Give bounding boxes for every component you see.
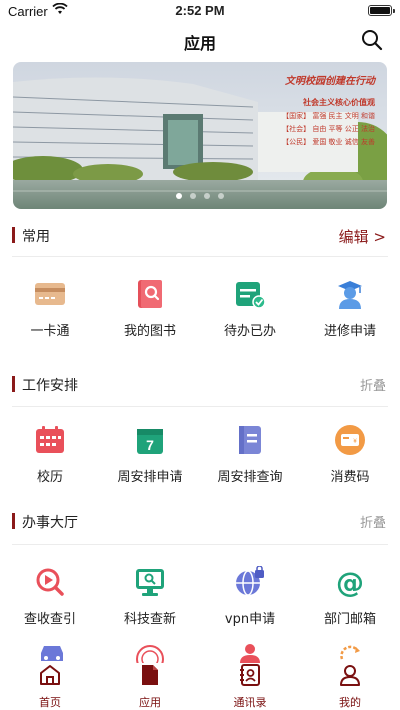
app-weekly-schedule-apply[interactable]: 7 周安排申请	[100, 414, 200, 504]
app-label: 待办已办	[223, 324, 276, 339]
battery-icon	[368, 5, 395, 16]
app-label: 周安排申请	[117, 470, 183, 485]
section-header-common: 常用 编辑 >	[0, 220, 400, 250]
grid-work: 校历 7 周安排申请 周安排查询 ¥ 消费码	[0, 414, 400, 504]
app-department-mailbox[interactable]: @ 部门邮箱	[300, 556, 400, 646]
section-accent-bar	[12, 376, 15, 392]
page-title: 应用	[183, 34, 216, 53]
search-play-icon	[36, 568, 64, 596]
payment-card-icon: ¥	[335, 425, 365, 455]
app-my-books[interactable]: 我的图书	[100, 268, 200, 358]
task-check-icon	[236, 282, 266, 309]
app-label: 科技查新	[123, 612, 176, 627]
app-further-study[interactable]: 进修申请	[300, 268, 400, 358]
at-sign-icon: @	[336, 566, 364, 598]
tab-contacts[interactable]: 通讯录	[200, 641, 300, 710]
collapse-button[interactable]: 折叠	[360, 375, 386, 394]
home-icon	[40, 665, 60, 685]
section-header-affairs: 办事大厅 折叠	[0, 506, 400, 536]
svg-text:7: 7	[146, 437, 154, 453]
calendar-day-icon: 7	[137, 429, 163, 454]
monitor-search-icon	[136, 569, 164, 596]
section-title: 办事大厅	[22, 515, 78, 531]
app-todo-done[interactable]: 待办已办	[200, 268, 300, 358]
tab-label: 通讯录	[233, 696, 267, 709]
app-weekly-schedule-query[interactable]: 周安排查询	[200, 414, 300, 504]
app-citation-search[interactable]: 查收查引	[0, 556, 100, 646]
search-icon[interactable]	[360, 28, 384, 52]
app-payment-code[interactable]: ¥ 消费码	[300, 414, 400, 504]
app-label: 一卡通	[30, 324, 70, 339]
tab-label: 应用	[139, 696, 161, 709]
app-label: vpn申请	[224, 612, 276, 627]
tab-bar: 首页 应用 通讯录 我的	[0, 641, 400, 710]
tab-mine[interactable]: 我的	[300, 641, 400, 710]
section-accent-bar	[12, 513, 15, 529]
app-label: 周安排查询	[217, 470, 283, 485]
app-novelty-search[interactable]: 科技查新	[100, 556, 200, 646]
section-title: 工作安排	[22, 378, 78, 394]
app-label: 进修申请	[323, 324, 376, 339]
user-icon	[340, 665, 360, 686]
app-label: 我的图书	[123, 324, 176, 339]
slogan-line: 【公民】 爱国 敬业 诚信 友善	[282, 138, 375, 146]
card-icon	[35, 283, 65, 305]
divider	[12, 406, 388, 407]
address-book-icon	[240, 664, 260, 686]
section-accent-bar	[12, 227, 15, 243]
slogan-line: 【社会】 自由 平等 公正 法治	[282, 125, 375, 133]
slogan-title: 文明校园创建在行动	[285, 76, 375, 87]
banner-page-indicator	[13, 184, 387, 203]
page-dot[interactable]	[218, 193, 224, 199]
nav-bar: 应用	[0, 22, 400, 60]
calendar-icon	[36, 426, 64, 453]
tab-label: 首页	[39, 696, 61, 709]
clock: 2:52 PM	[175, 3, 225, 18]
grid-affairs: 查收查引 科技查新 vpn申请 @ 部门邮箱	[0, 556, 400, 646]
document-icon	[142, 665, 158, 685]
app-campus-card[interactable]: 一卡通	[0, 268, 100, 358]
app-label: 消费码	[330, 470, 370, 485]
tab-label: 我的	[339, 696, 361, 709]
banner-slogan: 文明校园创建在行动 社会主义核心价值观 【国家】 富强 民主 文明 和谐 【社会…	[255, 72, 375, 147]
divider	[12, 544, 388, 545]
grid-common: 一卡通 我的图书 待办已办 进修申请	[0, 268, 400, 358]
divider	[12, 256, 388, 257]
app-label: 查收查引	[23, 612, 76, 627]
campus-banner[interactable]: 文明校园创建在行动 社会主义核心价值观 【国家】 富强 民主 文明 和谐 【社会…	[13, 62, 387, 209]
status-bar: Carrier 2:52 PM	[0, 0, 400, 22]
tab-apps[interactable]: 应用	[100, 641, 200, 710]
globe-lock-icon	[236, 566, 264, 596]
edit-button[interactable]: 编辑 >	[339, 226, 386, 247]
page-dot[interactable]	[204, 193, 210, 199]
slogan-subtitle: 社会主义核心价值观	[303, 98, 375, 107]
app-vpn-apply[interactable]: vpn申请	[200, 556, 300, 646]
collapse-button[interactable]: 折叠	[360, 512, 386, 531]
section-header-work: 工作安排 折叠	[0, 369, 400, 399]
app-school-calendar[interactable]: 校历	[0, 414, 100, 504]
notebook-icon	[239, 426, 261, 454]
app-label: 校历	[36, 470, 63, 485]
tab-home[interactable]: 首页	[0, 641, 100, 710]
page-dot[interactable]	[176, 193, 182, 199]
section-title: 常用	[22, 229, 50, 245]
page-dot[interactable]	[190, 193, 196, 199]
slogan-line: 【国家】 富强 民主 文明 和谐	[282, 112, 375, 120]
graduate-icon	[338, 281, 362, 309]
app-label: 部门邮箱	[323, 612, 376, 627]
book-search-icon	[138, 280, 162, 308]
svg-text:@: @	[336, 566, 364, 598]
